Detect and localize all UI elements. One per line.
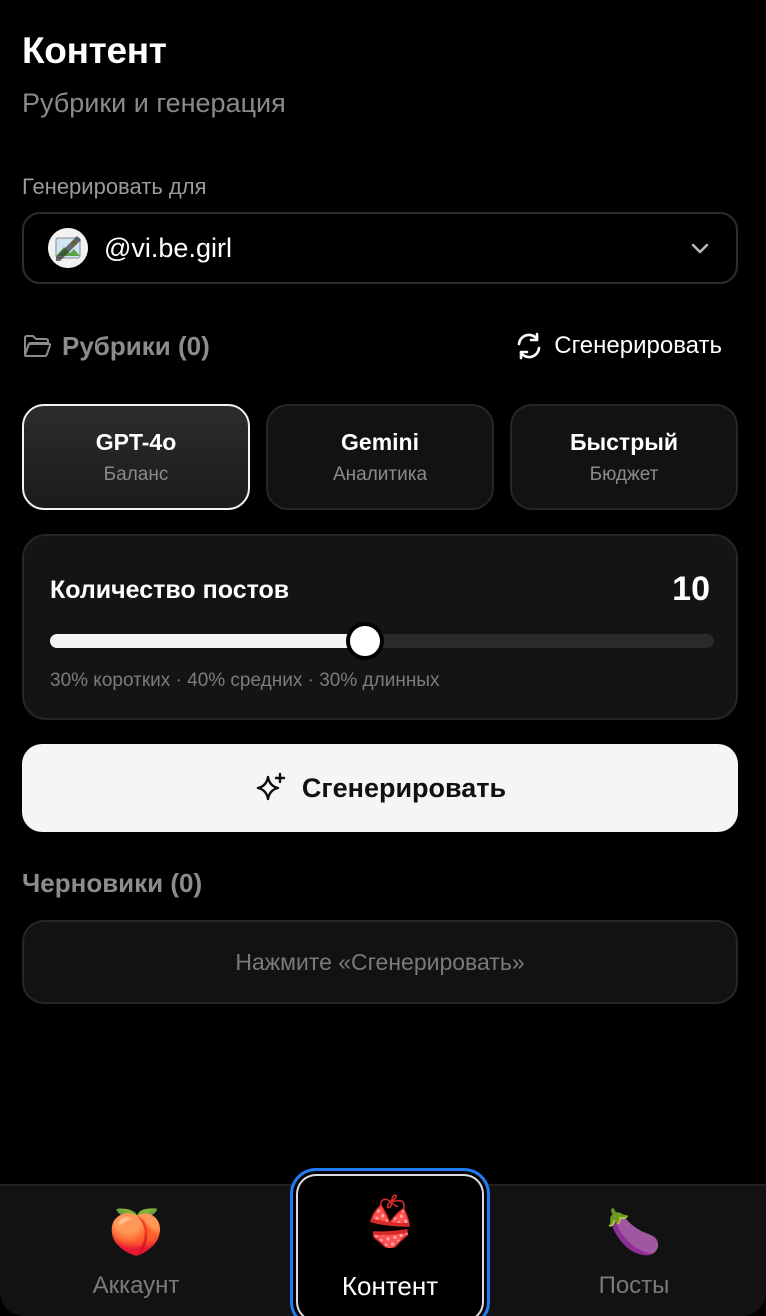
post-count-label: Количество постов (50, 576, 290, 604)
model-description: Аналитика (332, 463, 428, 485)
slider-fill (50, 634, 366, 648)
regenerate-rubrics-button[interactable]: Сгенерировать (514, 331, 722, 361)
drafts-title: Черновики (0) (22, 868, 203, 898)
drafts-empty-state: Нажмите «Сгенерировать» (22, 920, 738, 1004)
peach-icon: 🍑 (108, 1207, 164, 1258)
account-select[interactable]: @vi.be.girl (22, 212, 738, 284)
page-subtitle: Рубрики и генерация (22, 88, 286, 118)
tab-label: Аккаунт (92, 1272, 180, 1299)
model-name: Быстрый (569, 428, 679, 455)
tab-label: Посты (598, 1272, 670, 1299)
rubrics-title: Рубрики (0) (62, 330, 210, 361)
sparkles-icon (256, 772, 286, 801)
post-count-slider[interactable] (50, 622, 714, 660)
tab-content[interactable]: 👙 Контент (290, 1168, 490, 1316)
post-count-value: 10 (672, 570, 710, 608)
model-description: Бюджет (589, 463, 659, 485)
bikini-icon: 👙 (360, 1194, 420, 1250)
tab-label: Контент (341, 1271, 439, 1301)
tab-account[interactable]: 🍑 Аккаунт (36, 1186, 236, 1316)
model-option-gemini[interactable]: Gemini Аналитика (266, 404, 494, 510)
model-option-fast[interactable]: Быстрый Бюджет (510, 404, 738, 510)
refresh-icon (517, 332, 541, 360)
tab-posts[interactable]: 🍆 Посты (534, 1186, 734, 1316)
account-name: @vi.be.girl (104, 232, 232, 263)
generate-for-label: Генерировать для (22, 174, 207, 199)
rubrics-header: Рубрики (0) Сгенерировать (22, 326, 738, 366)
page-title: Контент (22, 30, 167, 71)
drafts-empty-hint: Нажмите «Сгенерировать» (235, 948, 525, 975)
content-screen: Контент Рубрики и генерация Генерировать… (0, 0, 766, 1316)
account-avatar (48, 228, 88, 268)
model-description: Баланс (103, 463, 169, 485)
model-selector: GPT-4o Баланс Gemini Аналитика Быстрый Б… (22, 404, 738, 510)
folder-icon (24, 335, 52, 357)
post-length-distribution: 30% коротких · 40% средних · 30% длинных (50, 670, 440, 691)
model-option-gpt4o[interactable]: GPT-4o Баланс (22, 404, 250, 510)
eggplant-icon: 🍆 (606, 1207, 662, 1258)
slider-thumb[interactable] (346, 622, 385, 660)
model-name: GPT-4o (95, 428, 177, 455)
post-count-card: Количество постов 10 30% коротких · 40% … (22, 534, 738, 720)
model-name: Gemini (341, 428, 419, 455)
generate-button-label: Сгенерировать (301, 772, 507, 803)
regenerate-rubrics-label: Сгенерировать (554, 332, 722, 359)
chevron-down-icon (691, 243, 709, 254)
generate-button[interactable]: Сгенерировать (22, 744, 738, 832)
